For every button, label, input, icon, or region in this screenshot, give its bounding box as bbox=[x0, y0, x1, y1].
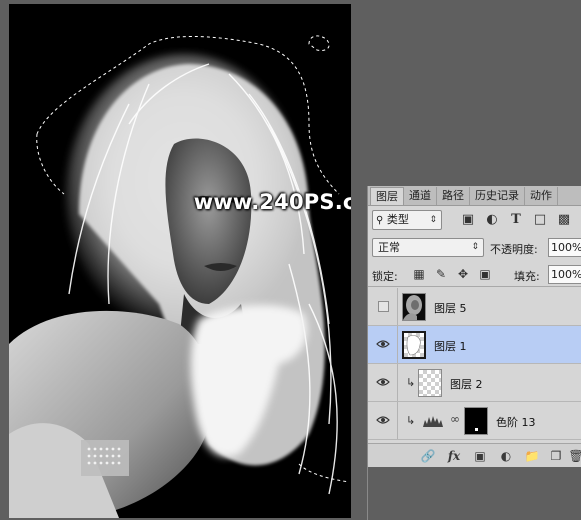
opacity-label: 不透明度: bbox=[490, 243, 538, 256]
chain-link-icon[interactable]: ∞ bbox=[450, 412, 460, 426]
lock-image-icon[interactable]: ✎ bbox=[434, 267, 448, 281]
layer-filter-select[interactable]: ⚲ 类型 ⇕ bbox=[372, 210, 442, 230]
layer-filter-row: ⚲ 类型 ⇕ ▣ ◐ T □ ▩ bbox=[368, 209, 581, 233]
tab-paths[interactable]: 路径 bbox=[437, 187, 470, 205]
link-icon[interactable]: 🔗 bbox=[420, 448, 436, 464]
layer-row-layer-5[interactable]: 图层 5 bbox=[368, 288, 581, 326]
adjustment-icon[interactable]: ◐ bbox=[498, 448, 514, 464]
new-layer-icon[interactable]: ❐ bbox=[548, 448, 564, 464]
filter-select-label: 类型 bbox=[386, 213, 409, 226]
lock-label: 锁定: bbox=[372, 270, 398, 283]
tab-history[interactable]: 历史记录 bbox=[470, 187, 525, 205]
visibility-toggle[interactable] bbox=[368, 402, 398, 439]
text-filter-icon[interactable]: T bbox=[508, 212, 524, 228]
blend-row: 正常 ⇕ 不透明度: 100% bbox=[368, 236, 581, 260]
eye-icon bbox=[376, 340, 390, 348]
layer-row-layer-1[interactable]: 图层 1 bbox=[368, 326, 581, 364]
smart-object-filter-icon[interactable]: ▩ bbox=[556, 212, 572, 228]
layer-name[interactable]: 图层 2 bbox=[450, 376, 483, 392]
photo-artwork bbox=[9, 35, 350, 518]
opacity-input[interactable]: 100% bbox=[548, 238, 581, 257]
mask-icon[interactable]: ▣ bbox=[472, 448, 488, 464]
blend-mode-select[interactable]: 正常 ⇕ bbox=[372, 238, 484, 257]
fill-input[interactable]: 100% bbox=[548, 265, 581, 284]
clipping-mask-icon: ↳ bbox=[406, 376, 416, 389]
clipping-mask-icon: ↳ bbox=[406, 414, 416, 427]
levels-adjustment-icon bbox=[423, 416, 443, 427]
visibility-toggle[interactable] bbox=[368, 326, 398, 363]
layer-name[interactable]: 色阶 13 bbox=[496, 414, 536, 430]
visibility-off-box bbox=[378, 301, 389, 312]
trash-icon[interactable]: 🗑 bbox=[568, 448, 581, 464]
visibility-toggle[interactable] bbox=[368, 288, 398, 325]
layers-panel-footer: 🔗 fx ▣ ◐ 📁 ❐ 🗑 bbox=[368, 443, 581, 467]
lock-position-icon[interactable]: ✥ bbox=[456, 267, 470, 281]
panel-bottom-area bbox=[368, 467, 581, 520]
layer-row-levels-13[interactable]: ↳ ∞ 色阶 13 bbox=[368, 402, 581, 440]
layer-name[interactable]: 图层 1 bbox=[434, 338, 467, 354]
fx-icon[interactable]: fx bbox=[446, 448, 462, 464]
lock-all-icon[interactable]: ▣ bbox=[478, 267, 492, 281]
panel-tab-bar: 图层 通道 路径 历史记录 动作 bbox=[368, 186, 581, 206]
eye-icon bbox=[376, 378, 390, 386]
layer-mask-thumbnail bbox=[464, 407, 488, 435]
eye-icon bbox=[376, 416, 390, 424]
adjustment-filter-icon[interactable]: ◐ bbox=[484, 212, 500, 228]
layer-thumbnail bbox=[418, 369, 442, 397]
layer-name[interactable]: 图层 5 bbox=[434, 300, 467, 316]
watermark-text: www.240PS.com bbox=[193, 190, 351, 214]
image-filter-icon[interactable]: ▣ bbox=[460, 212, 476, 228]
fill-label: 填充: bbox=[514, 270, 540, 283]
document-canvas[interactable]: www.240PS.com bbox=[9, 4, 351, 518]
search-icon: ⚲ bbox=[376, 215, 384, 226]
visibility-toggle[interactable] bbox=[368, 364, 398, 401]
lock-row: 锁定: ▦ ✎ ✥ ▣ 填充: 100% bbox=[368, 263, 581, 287]
tab-layers[interactable]: 图层 bbox=[370, 187, 404, 205]
layer-thumbnail bbox=[402, 331, 426, 359]
blend-mode-value: 正常 bbox=[378, 241, 400, 254]
chevron-updown-icon: ⇕ bbox=[471, 242, 479, 252]
layer-row-layer-2[interactable]: ↳ 图层 2 bbox=[368, 364, 581, 402]
group-folder-icon[interactable]: 📁 bbox=[524, 448, 540, 464]
chevron-updown-icon: ⇕ bbox=[429, 215, 437, 225]
layer-thumbnail bbox=[402, 293, 426, 321]
lock-transparent-icon[interactable]: ▦ bbox=[412, 267, 426, 281]
tab-channels[interactable]: 通道 bbox=[404, 187, 437, 205]
layers-panel: 图层 通道 路径 历史记录 动作 ⚲ 类型 ⇕ ▣ ◐ T □ ▩ 正常 ⇕ 不… bbox=[367, 186, 581, 520]
shape-filter-icon[interactable]: □ bbox=[532, 212, 548, 228]
tab-actions[interactable]: 动作 bbox=[525, 187, 558, 205]
